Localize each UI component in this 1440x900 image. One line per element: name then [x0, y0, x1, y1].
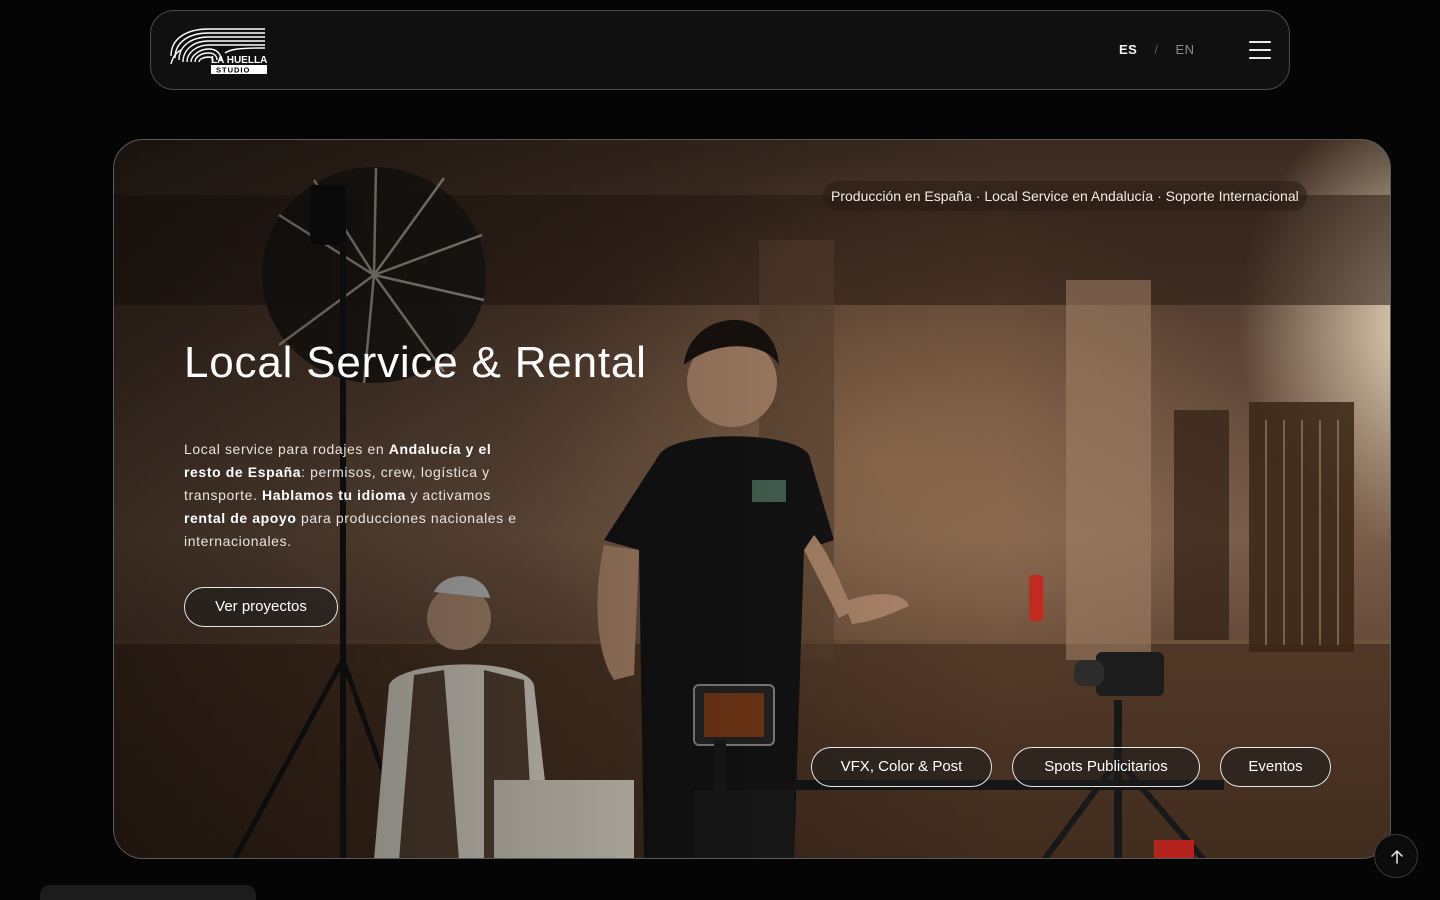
svg-text:LA HUELLA: LA HUELLA [211, 55, 267, 66]
site-header: LA HUELLA STUDIO ES / EN [150, 10, 1290, 90]
category-vfx-color-post-button[interactable]: VFX, Color & Post [811, 747, 992, 787]
category-spots-publicitarios-button[interactable]: Spots Publicitarios [1012, 747, 1200, 787]
arrow-up-icon [1391, 850, 1403, 864]
hero-banner: Producción en España · Local Service en … [113, 139, 1391, 859]
hamburger-menu-icon[interactable] [1249, 40, 1273, 60]
category-eventos-button[interactable]: Eventos [1220, 747, 1331, 787]
lang-en-link[interactable]: EN [1175, 42, 1194, 57]
lang-separator: / [1154, 42, 1159, 57]
la-huella-studio-logo[interactable]: LA HUELLA STUDIO [169, 26, 269, 76]
lang-es-link[interactable]: ES [1119, 42, 1137, 57]
hero-title: Local Service & Rental [184, 338, 647, 387]
scroll-to-top-button[interactable] [1374, 834, 1418, 878]
hero-tagline: Producción en España · Local Service en … [823, 181, 1307, 211]
hero-description: Local service para rodajes en Andalucía … [184, 441, 517, 549]
view-projects-button[interactable]: Ver proyectos [184, 587, 338, 627]
svg-text:STUDIO: STUDIO [216, 66, 250, 75]
bottom-panel-edge [40, 885, 256, 900]
language-switcher: ES / EN [1119, 42, 1195, 57]
